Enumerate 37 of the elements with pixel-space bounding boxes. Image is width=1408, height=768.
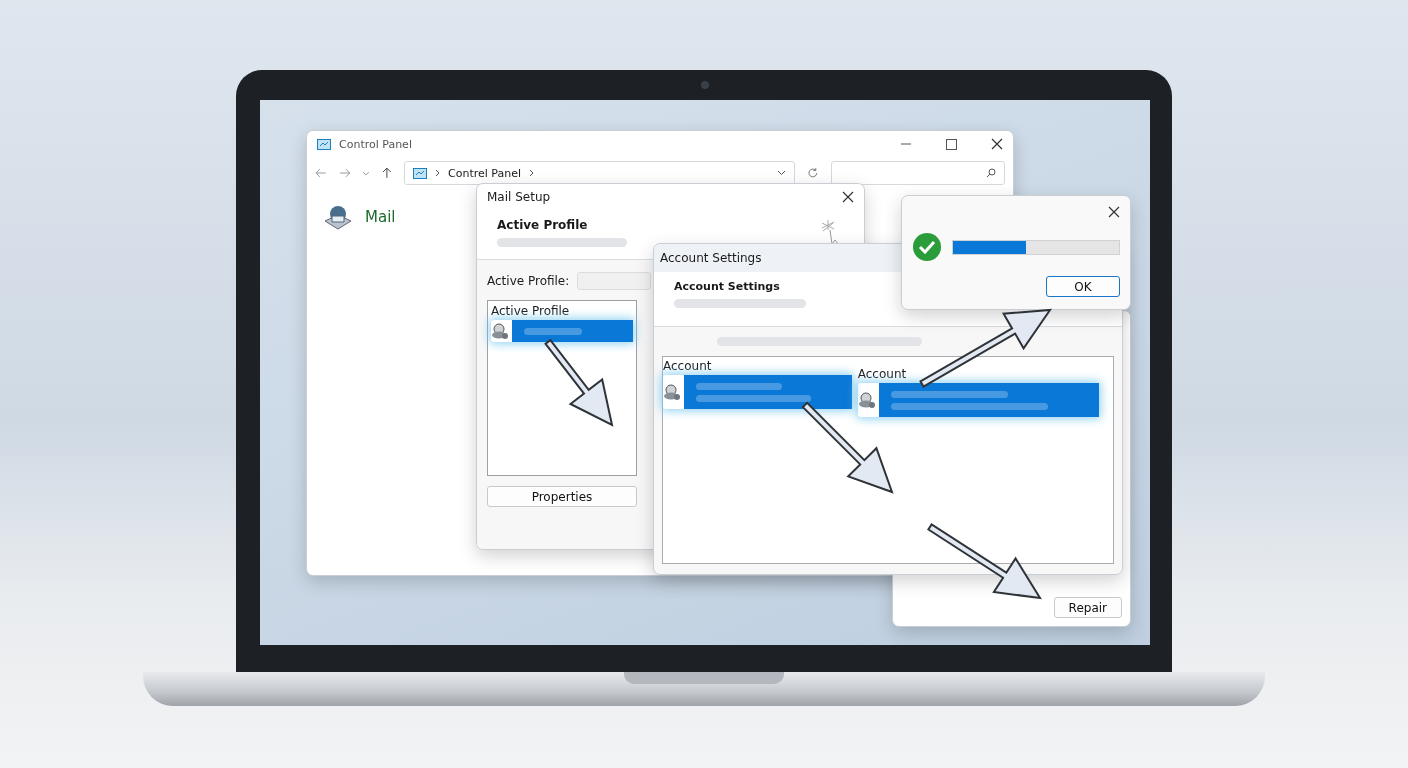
control-panel-icon — [413, 167, 427, 179]
ok-button[interactable]: OK — [1046, 276, 1120, 297]
column-header: Active Profile — [491, 304, 571, 318]
refresh-icon[interactable] — [807, 167, 819, 179]
chevron-icon — [529, 169, 534, 177]
profile-field[interactable] — [577, 272, 652, 290]
dropdown-icon[interactable] — [777, 170, 787, 176]
list-row[interactable] — [857, 383, 1099, 417]
mail-icon[interactable] — [323, 203, 353, 231]
search-icon[interactable] — [986, 168, 996, 178]
maximize-icon[interactable] — [946, 138, 957, 150]
properties-button[interactable]: Properties — [487, 486, 637, 507]
window-title: Mail Setup — [487, 190, 551, 204]
breadcrumb[interactable]: Contrel Panel — [448, 166, 521, 180]
column-header: Account — [663, 359, 713, 373]
window-title: Control Panel — [339, 137, 412, 151]
window-title: Account Settings — [660, 251, 762, 265]
column-header: Account — [857, 367, 908, 381]
mail-label[interactable]: Mail — [365, 208, 396, 226]
user-icon — [491, 322, 509, 340]
camera — [701, 81, 709, 89]
close-icon[interactable] — [991, 138, 1003, 150]
section-heading: Account Settings — [674, 280, 780, 293]
field-label: Active Profile: — [487, 274, 570, 288]
section-heading: Active Profile — [497, 218, 588, 232]
list-row[interactable] — [663, 375, 852, 409]
close-icon[interactable] — [1108, 206, 1120, 218]
user-icon — [857, 391, 876, 409]
up-arrow-icon[interactable] — [382, 167, 392, 179]
close-icon[interactable] — [842, 191, 854, 203]
control-panel-icon — [317, 138, 331, 150]
repair-button[interactable]: Repair — [1053, 597, 1122, 618]
success-check-icon — [912, 232, 942, 262]
list-row[interactable] — [491, 320, 633, 342]
user-icon — [663, 383, 681, 401]
back-arrow-icon[interactable] — [315, 168, 327, 178]
chevron-icon — [435, 169, 440, 177]
